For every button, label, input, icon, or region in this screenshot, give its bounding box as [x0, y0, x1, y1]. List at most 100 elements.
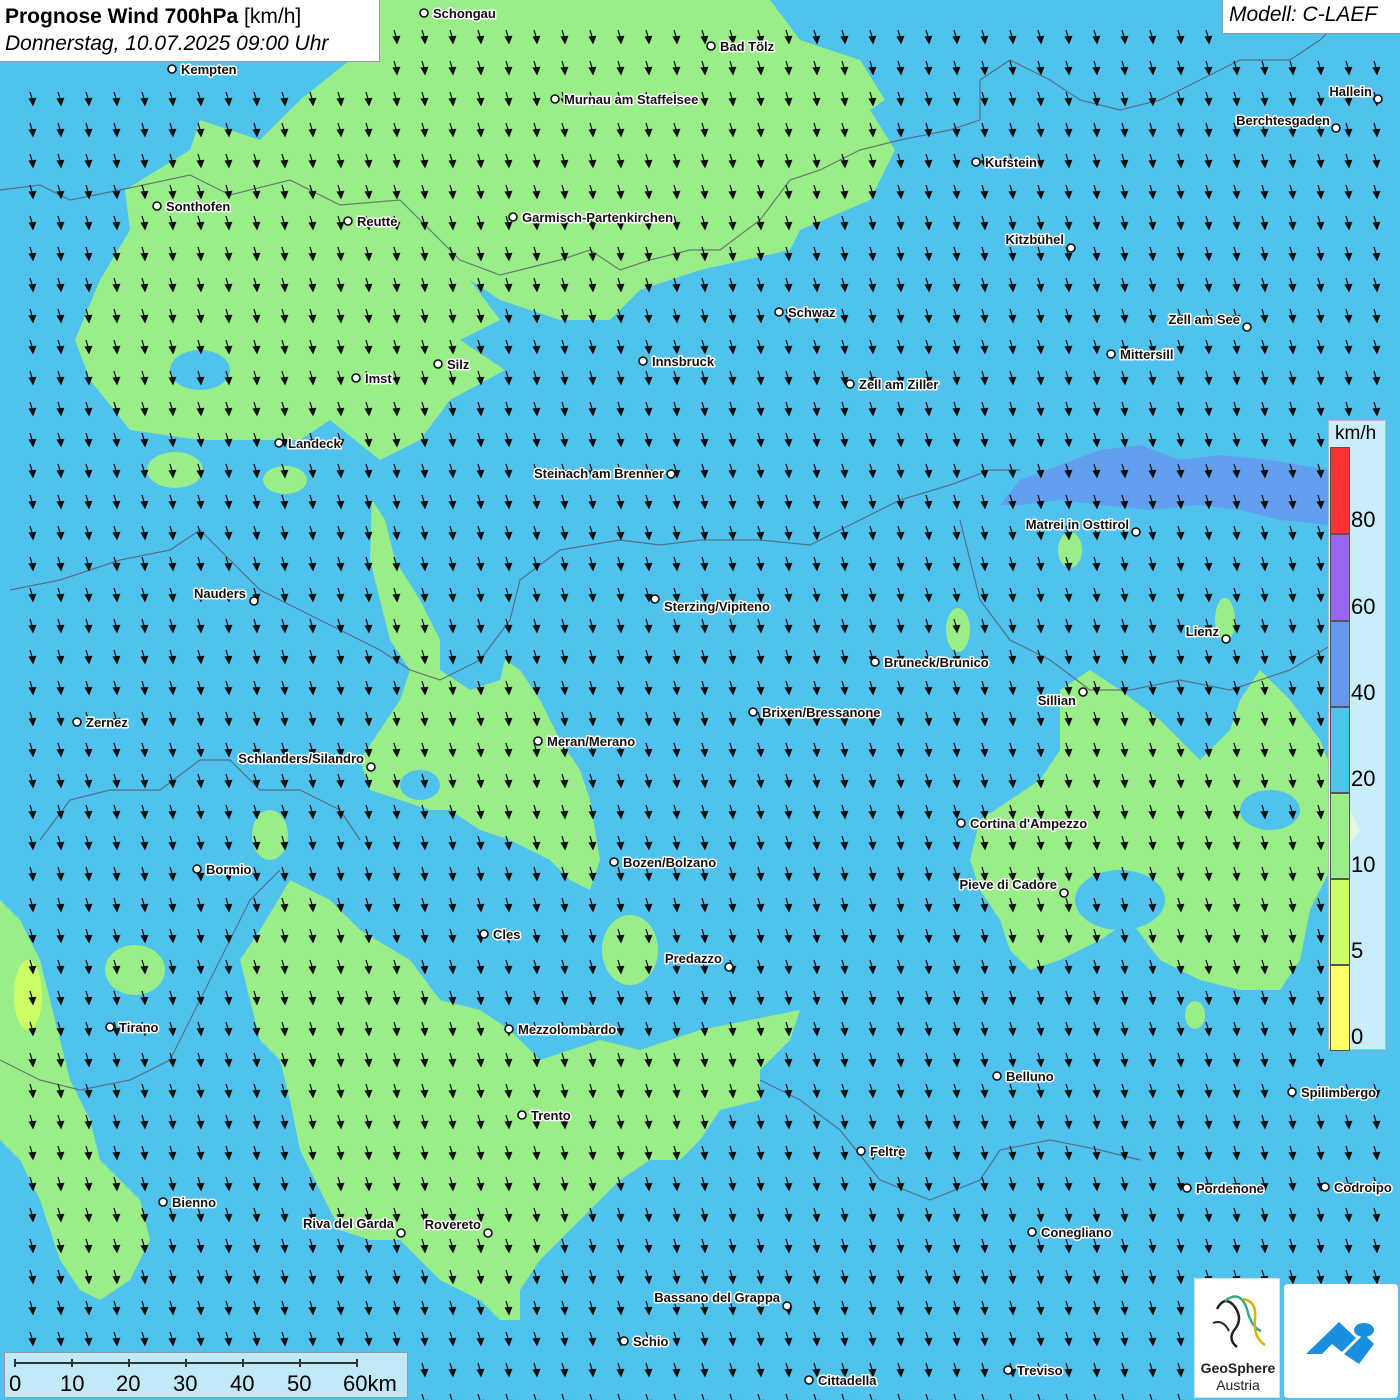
- city-dot: [152, 201, 162, 211]
- city-dot: [433, 359, 443, 369]
- city-label: Schwaz: [788, 305, 836, 320]
- city-dot: [351, 373, 361, 383]
- city-label: Bormio: [206, 862, 252, 877]
- city-dot: [550, 94, 560, 104]
- city-label: Cittadella: [818, 1373, 877, 1388]
- scale-label: 30: [173, 1371, 198, 1396]
- city-marker: Conegliano: [1027, 1224, 1113, 1242]
- city-label: Mezzolombardo: [518, 1022, 616, 1037]
- title-box: Prognose Wind 700hPa [km/h] Donnerstag, …: [0, 0, 380, 62]
- city-label: Landeck: [288, 436, 342, 451]
- city-label: Imst: [365, 371, 392, 386]
- title-main: Prognose Wind 700hPa: [5, 5, 239, 28]
- city-label: Sonthofen: [166, 199, 230, 214]
- city-dot: [483, 1228, 493, 1238]
- city-dot: [856, 1146, 866, 1156]
- city-label: Nauders: [194, 586, 246, 601]
- city-dot: [343, 216, 353, 226]
- city-dot: [650, 594, 660, 604]
- city-label: Conegliano: [1041, 1225, 1112, 1240]
- city-label: Lienz: [1186, 624, 1220, 639]
- geosphere-logo[interactable]: GeoSphere Austria: [1194, 1278, 1280, 1398]
- city-dot: [533, 736, 543, 746]
- city-label: Kufstein: [985, 155, 1037, 170]
- legend-tick: 80: [1351, 507, 1376, 532]
- city-dot: [1106, 349, 1116, 359]
- city-marker: Bruneck/Brunico: [870, 654, 990, 672]
- city-label: Kempten: [181, 62, 237, 77]
- city-label: Mittersill: [1120, 347, 1173, 362]
- city-label: Schongau: [433, 6, 496, 21]
- city-label: Cles: [493, 927, 520, 942]
- city-dot: [1287, 1087, 1297, 1097]
- scale-label: 50: [287, 1371, 312, 1396]
- city-dot: [419, 8, 429, 18]
- legend-tick: 5: [1351, 938, 1364, 963]
- page-title: Prognose Wind 700hPa [km/h]: [5, 3, 374, 30]
- wind-area-pocket: [170, 350, 230, 390]
- city-dot: [1078, 687, 1088, 697]
- scale-label: 40: [230, 1371, 255, 1396]
- title-unit: [km/h]: [244, 5, 302, 28]
- city-dot: [870, 657, 880, 667]
- city-label: Pieve di Cadore: [959, 877, 1057, 892]
- city-dot: [609, 857, 619, 867]
- scale-bar: 0 10 20 30 40 50 60km: [4, 1352, 408, 1398]
- city-label: Sterzing/Vipiteno: [664, 599, 770, 614]
- geosphere-logo-line1: GeoSphere: [1200, 1360, 1276, 1376]
- weather-app-logo[interactable]: [1284, 1284, 1398, 1398]
- city-label: Tirano: [119, 1020, 159, 1035]
- city-label: Steinach am Brenner: [534, 466, 664, 481]
- city-label: Predazzo: [665, 951, 722, 966]
- city-dot: [1182, 1183, 1192, 1193]
- city-dot: [1242, 322, 1252, 332]
- city-marker: Bozen/Bolzano: [609, 854, 718, 872]
- legend-tick: 40: [1351, 680, 1376, 705]
- city-dot: [192, 864, 202, 874]
- mountain-cloud-icon: [1306, 1322, 1374, 1364]
- city-dot: [956, 818, 966, 828]
- city-dot: [748, 707, 758, 717]
- legend-swatch-60-80: [1330, 534, 1350, 621]
- city-label: Murnau am Staffelsee: [564, 92, 698, 107]
- legend-tick: 20: [1351, 766, 1376, 791]
- city-label: Reutte: [357, 214, 397, 229]
- city-dot: [1373, 94, 1383, 104]
- city-label: Bruneck/Brunico: [884, 655, 989, 670]
- wind-area-5-10: [14, 960, 42, 1030]
- city-dot: [971, 157, 981, 167]
- city-marker: Garmisch-Partenkirchen: [508, 209, 675, 227]
- city-dot: [249, 596, 259, 606]
- scale-label: 60km: [343, 1371, 397, 1396]
- city-dot: [72, 717, 82, 727]
- scale-label: 10: [60, 1371, 85, 1396]
- color-legend: km/h 80 60 40 20 10 5 0: [1328, 420, 1386, 1051]
- city-label: Rovereto: [425, 1217, 481, 1232]
- city-label: Zell am Ziller: [859, 377, 938, 392]
- city-dot: [724, 962, 734, 972]
- city-dot: [1066, 243, 1076, 253]
- city-label: Brixen/Bressanone: [762, 705, 881, 720]
- city-dot: [167, 64, 177, 74]
- city-dot: [105, 1022, 115, 1032]
- city-label: Codroipo: [1334, 1180, 1392, 1195]
- city-label: Bad Tölz: [720, 39, 775, 54]
- legend-tick: 0: [1351, 1024, 1364, 1049]
- scale-label: 0: [9, 1371, 22, 1396]
- city-label: Trento: [531, 1108, 571, 1123]
- city-label: Innsbruck: [652, 354, 715, 369]
- city-dot: [508, 212, 518, 222]
- wind-area-pocket: [1075, 870, 1165, 930]
- city-label: Silz: [447, 357, 470, 372]
- city-dot: [666, 469, 676, 479]
- city-dot: [638, 356, 648, 366]
- city-dot: [366, 762, 376, 772]
- city-marker: Meran/Merano: [533, 733, 637, 751]
- city-label: Cortina d'Ampezzo: [970, 816, 1087, 831]
- legend-swatch-20-40: [1330, 707, 1350, 793]
- city-dot: [1331, 123, 1341, 133]
- city-label: Bassano del Grappa: [654, 1290, 780, 1305]
- city-label: Garmisch-Partenkirchen: [522, 210, 673, 225]
- forecast-datetime: Donnerstag, 10.07.2025 09:00 Uhr: [5, 32, 329, 55]
- city-dot: [517, 1110, 527, 1120]
